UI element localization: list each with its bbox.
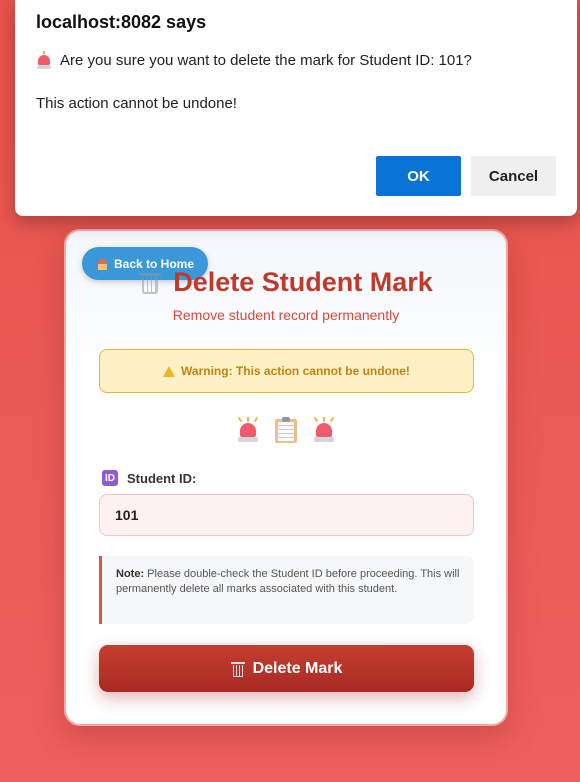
dialog-message-text: Are you sure you want to delete the mark… <box>60 51 472 69</box>
title-row: Delete Student Mark <box>66 267 506 298</box>
warning-text: Warning: This action cannot be undone! <box>181 364 410 378</box>
note-text: Please double-check the Student ID befor… <box>116 568 460 595</box>
delete-mark-label: Delete Mark <box>252 659 343 677</box>
wastebasket-icon <box>139 271 162 295</box>
decorative-icons-row <box>66 416 506 443</box>
student-id-label: Student ID: <box>127 470 197 486</box>
confirm-dialog: localhost:8082 says Are you sure you wan… <box>15 0 577 216</box>
warning-icon <box>163 365 176 377</box>
note-label: Note: <box>116 568 145 580</box>
dialog-message-line1: Are you sure you want to delete the mark… <box>36 51 472 69</box>
siren-icon <box>36 51 52 69</box>
page-subtitle: Remove student record permanently <box>172 307 400 323</box>
siren-icon <box>237 416 259 443</box>
dialog-message-line2: This action cannot be undone! <box>36 95 237 112</box>
warning-banner: Warning: This action cannot be undone! <box>99 349 474 393</box>
dialog-title: localhost:8082 says <box>36 12 207 32</box>
student-id-input[interactable] <box>99 494 474 536</box>
id-icon: ID <box>102 470 118 486</box>
delete-mark-button[interactable]: Delete Mark <box>99 645 474 692</box>
student-id-label-row: ID Student ID: <box>102 470 196 486</box>
delete-mark-card: Back to Home Delete Student Mark Remove … <box>64 229 508 726</box>
page-title: Delete Student Mark <box>173 267 433 297</box>
cancel-button[interactable]: Cancel <box>471 156 556 196</box>
note-box: Note: Please double-check the Student ID… <box>99 556 474 624</box>
ok-button[interactable]: OK <box>376 156 461 196</box>
wastebasket-icon <box>230 661 245 677</box>
siren-icon <box>313 416 335 443</box>
clipboard-icon <box>275 417 297 443</box>
